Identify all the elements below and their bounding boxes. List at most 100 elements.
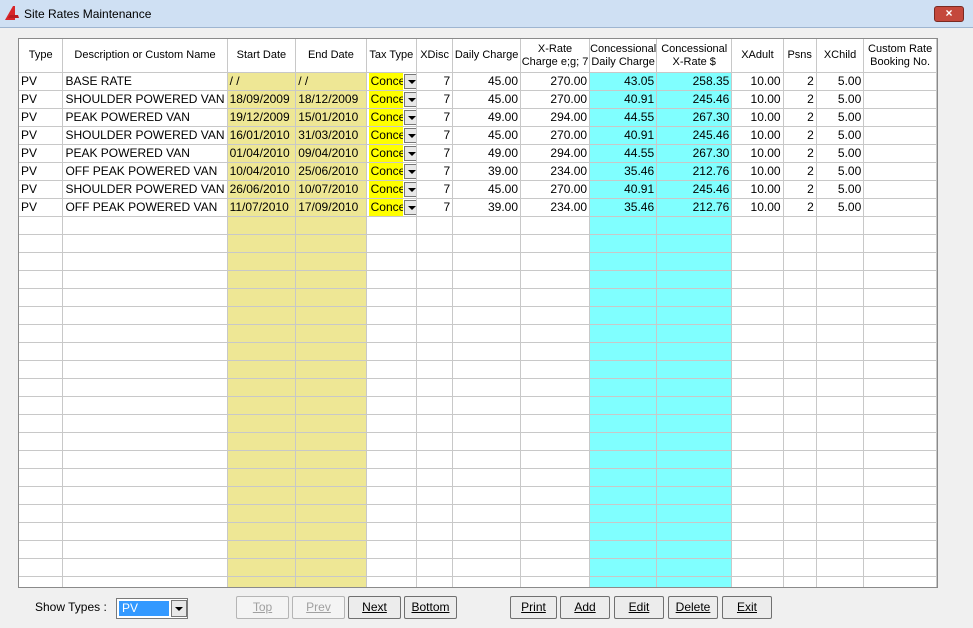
table-row[interactable] [19, 252, 937, 271]
prev-button[interactable]: Prev [292, 596, 345, 619]
table-row[interactable]: PV SHOULDER POWERED VAN 16/01/2010 31/03/20… [19, 126, 937, 145]
exit-button[interactable]: Exit [722, 596, 772, 619]
cell-xchild[interactable]: 5.00 [816, 90, 865, 109]
table-row[interactable] [19, 270, 937, 289]
cell-xchild[interactable]: 5.00 [816, 72, 865, 91]
cell-daily[interactable]: 45.00 [452, 90, 521, 109]
table-row[interactable] [19, 378, 937, 397]
table-row[interactable]: PV OFF PEAK POWERED VAN 10/04/2010 25/06/20… [19, 162, 937, 181]
tax-type-combo[interactable]: Concess [368, 145, 416, 162]
next-button[interactable]: Next [348, 596, 401, 619]
column-header[interactable]: Psns [783, 39, 817, 73]
tax-type-combo[interactable]: Concess [368, 181, 416, 198]
cell-desc[interactable]: PEAK POWERED VAN [62, 144, 228, 163]
table-row[interactable] [19, 360, 937, 379]
cell-xrate[interactable]: 270.00 [520, 90, 591, 109]
table-row[interactable] [19, 306, 937, 325]
cell-type[interactable]: PV [19, 144, 64, 163]
cell-end[interactable]: 10/07/2010 [295, 180, 367, 199]
close-button[interactable]: × [934, 6, 964, 22]
cell-start[interactable]: 26/06/2010 [227, 180, 297, 199]
cell-start[interactable]: / / [227, 72, 297, 91]
dropdown-arrow-icon[interactable] [171, 600, 187, 617]
cell-desc[interactable]: PEAK POWERED VAN [62, 108, 228, 127]
cell-cdaily[interactable]: 40.91 [589, 126, 658, 145]
show-types-select[interactable]: PV [116, 598, 188, 619]
cell-xdisc[interactable]: 7 [416, 108, 454, 127]
cell-booking[interactable] [863, 72, 937, 91]
add-button[interactable]: Add [560, 596, 610, 619]
cell-booking[interactable] [863, 90, 937, 109]
cell-daily[interactable]: 45.00 [452, 180, 521, 199]
cell-tax[interactable]: Concess [366, 72, 417, 91]
table-row[interactable] [19, 450, 937, 469]
table-row[interactable] [19, 324, 937, 343]
cell-psns[interactable]: 2 [783, 72, 817, 91]
cell-type[interactable]: PV [19, 72, 64, 91]
cell-xrate[interactable]: 270.00 [520, 126, 591, 145]
cell-xadult[interactable]: 10.00 [731, 126, 784, 145]
cell-cdaily[interactable]: 44.55 [589, 144, 658, 163]
dropdown-arrow-icon[interactable] [403, 200, 416, 215]
cell-xchild[interactable]: 5.00 [816, 108, 865, 127]
cell-tax[interactable]: Concess [366, 90, 417, 109]
cell-xchild[interactable]: 5.00 [816, 144, 865, 163]
cell-desc[interactable]: OFF PEAK POWERED VAN [62, 162, 228, 181]
table-row[interactable] [19, 522, 937, 541]
table-row[interactable] [19, 432, 937, 451]
cell-tax[interactable]: Concess [366, 162, 417, 181]
cell-xchild[interactable]: 5.00 [816, 162, 865, 181]
delete-button[interactable]: Delete [668, 596, 718, 619]
column-header[interactable]: Concessional Daily Charge [589, 39, 658, 73]
cell-cdaily[interactable]: 40.91 [589, 90, 658, 109]
table-row[interactable] [19, 342, 937, 361]
tax-type-combo[interactable]: Concess [368, 109, 416, 126]
cell-xchild[interactable]: 5.00 [816, 180, 865, 199]
table-row[interactable]: PV PEAK POWERED VAN 01/04/2010 09/04/2010 Co… [19, 144, 937, 163]
table-row[interactable]: PV PEAK POWERED VAN 19/12/2009 15/01/2010 Co… [19, 108, 937, 127]
cell-tax[interactable]: Concess [366, 108, 417, 127]
cell-cxrate[interactable]: 212.76 [656, 162, 733, 181]
dropdown-arrow-icon[interactable] [403, 146, 416, 161]
column-header[interactable]: Description or Custom Name [62, 39, 228, 73]
column-header[interactable]: X-Rate Charge e;g; 7 [520, 39, 591, 73]
column-header[interactable]: Custom Rate Booking No. [863, 39, 937, 73]
cell-end[interactable]: / / [295, 72, 367, 91]
cell-booking[interactable] [863, 162, 937, 181]
cell-type[interactable]: PV [19, 198, 64, 217]
cell-xchild[interactable]: 5.00 [816, 198, 865, 217]
cell-xrate[interactable]: 234.00 [520, 162, 591, 181]
cell-tax[interactable]: Concess [366, 180, 417, 199]
bottom-button[interactable]: Bottom [404, 596, 457, 619]
table-row[interactable] [19, 576, 937, 587]
table-row[interactable] [19, 414, 937, 433]
cell-xdisc[interactable]: 7 [416, 72, 454, 91]
cell-booking[interactable] [863, 180, 937, 199]
cell-xrate[interactable]: 294.00 [520, 144, 591, 163]
cell-cxrate[interactable]: 267.30 [656, 144, 733, 163]
cell-xdisc[interactable]: 7 [416, 144, 454, 163]
table-row[interactable] [19, 216, 937, 235]
cell-psns[interactable]: 2 [783, 162, 817, 181]
cell-cxrate[interactable]: 258.35 [656, 72, 733, 91]
cell-xadult[interactable]: 10.00 [731, 108, 784, 127]
column-header[interactable]: End Date [295, 39, 367, 73]
cell-xadult[interactable]: 10.00 [731, 162, 784, 181]
cell-end[interactable]: 17/09/2010 [295, 198, 367, 217]
cell-cxrate[interactable]: 267.30 [656, 108, 733, 127]
cell-xchild[interactable]: 5.00 [816, 126, 865, 145]
cell-desc[interactable]: SHOULDER POWERED VAN [62, 90, 228, 109]
table-row[interactable] [19, 540, 937, 559]
table-row[interactable]: PV OFF PEAK POWERED VAN 11/07/2010 17/09/20… [19, 198, 937, 217]
table-row[interactable] [19, 288, 937, 307]
cell-desc[interactable]: SHOULDER POWERED VAN [62, 180, 228, 199]
dropdown-arrow-icon[interactable] [403, 74, 416, 89]
cell-type[interactable]: PV [19, 162, 64, 181]
dropdown-arrow-icon[interactable] [403, 110, 416, 125]
dropdown-arrow-icon[interactable] [403, 164, 416, 179]
cell-xadult[interactable]: 10.00 [731, 72, 784, 91]
cell-daily[interactable]: 39.00 [452, 162, 521, 181]
table-row[interactable] [19, 486, 937, 505]
cell-psns[interactable]: 2 [783, 90, 817, 109]
column-header[interactable]: Tax Type [366, 39, 417, 73]
